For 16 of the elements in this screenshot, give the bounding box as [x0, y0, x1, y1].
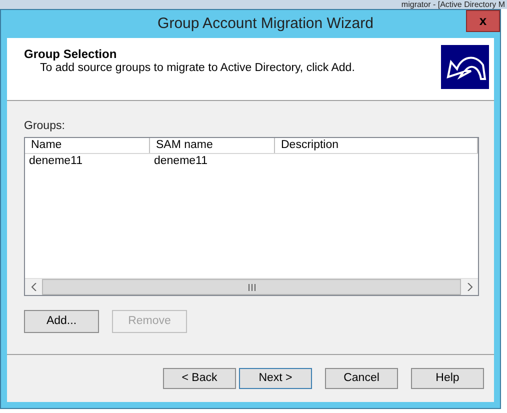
- nav-button[interactable]: Help: [411, 368, 484, 389]
- background-window-title: migrator - [Active Directory M: [401, 0, 505, 9]
- nav-button[interactable]: Next >: [239, 368, 312, 389]
- list-button[interactable]: Add...: [24, 310, 99, 333]
- close-button[interactable]: x: [466, 10, 500, 32]
- window-title: Group Account Migration Wizard: [158, 14, 374, 34]
- nav-button[interactable]: Cancel: [325, 368, 398, 389]
- nav-button[interactable]: < Back: [163, 368, 236, 389]
- table-cell-text: deneme11: [28, 154, 84, 169]
- column-header[interactable]: SAM name: [150, 138, 275, 153]
- groups-label: Groups:: [24, 120, 66, 133]
- table-cell-text: deneme11: [153, 154, 208, 169]
- column-header[interactable]: Description: [275, 138, 478, 153]
- header-subtitle: To add source groups to migrate to Active Directory, click Add.: [39, 61, 355, 76]
- column-header[interactable]: Name: [25, 138, 150, 153]
- header-title: Group Selection: [24, 47, 118, 61]
